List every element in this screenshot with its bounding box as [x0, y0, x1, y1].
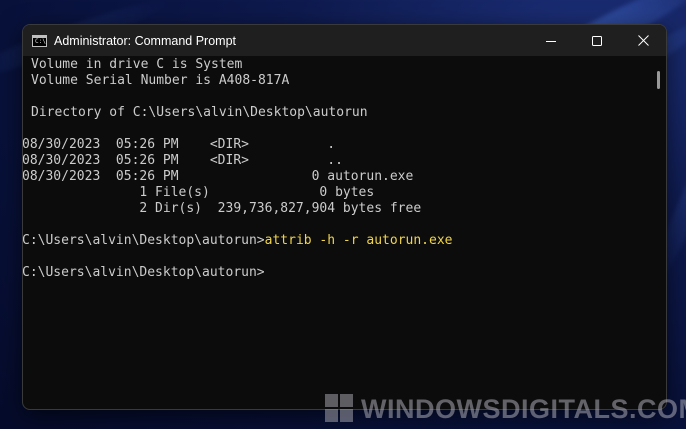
- title-bar[interactable]: C:\ Administrator: Command Prompt: [23, 25, 666, 56]
- window-title: Administrator: Command Prompt: [54, 33, 237, 48]
- maximize-icon: [592, 35, 602, 46]
- watermark-text: WINDOWSDIGITALS.COM: [361, 393, 686, 424]
- command-line: C:\Users\alvin\Desktop\autorun>attrib -h…: [22, 233, 453, 249]
- console-line: 08/30/2023 05:26 PM <DIR> .: [22, 137, 336, 152]
- console-line: Volume in drive C is System: [31, 57, 243, 72]
- console-output[interactable]: Volume in drive C is System Volume Seria…: [23, 56, 666, 409]
- command-prompt-window[interactable]: C:\ Administrator: Command Prompt Volume…: [22, 24, 667, 410]
- minimize-icon: [546, 40, 556, 42]
- scrollbar-thumb[interactable]: [657, 71, 660, 89]
- command-line[interactable]: C:\Users\alvin\Desktop\autorun>: [22, 265, 265, 281]
- minimize-button[interactable]: [528, 25, 574, 56]
- close-icon: [637, 35, 649, 46]
- maximize-button[interactable]: [574, 25, 620, 56]
- windows-logo-icon: [325, 394, 355, 424]
- console-line: 08/30/2023 05:26 PM 0 autorun.exe: [22, 169, 414, 184]
- console-line: 1 File(s) 0 bytes: [22, 185, 375, 200]
- close-button[interactable]: [620, 25, 666, 56]
- prompt: C:\Users\alvin\Desktop\autorun>: [22, 265, 265, 280]
- console-line: 08/30/2023 05:26 PM <DIR> ..: [22, 153, 343, 168]
- watermark: WINDOWSDIGITALS.COM: [325, 389, 686, 429]
- command-text: attrib -h -r autorun.exe: [264, 233, 453, 248]
- cmd-icon: C:\: [32, 34, 47, 47]
- prompt: C:\Users\alvin\Desktop\autorun>: [22, 233, 265, 248]
- console-line: 2 Dir(s) 239,736,827,904 bytes free: [22, 201, 422, 216]
- window-controls: [528, 25, 666, 56]
- console-line: Volume Serial Number is A408-817A: [31, 73, 290, 88]
- console-line: Directory of C:\Users\alvin\Desktop\auto…: [31, 105, 368, 120]
